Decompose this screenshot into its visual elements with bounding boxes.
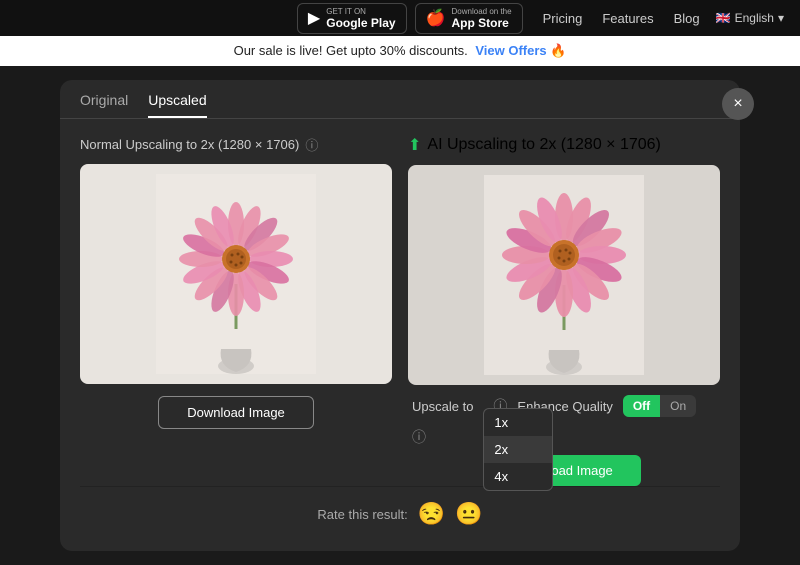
view-offers-link[interactable]: View Offers 🔥 [475,43,566,58]
lang-label: English [735,11,774,25]
rate-section: Rate this result: 😒 😐 [60,487,740,531]
google-play-text: GET IT ON Google Play [326,7,395,30]
enhance-info-button[interactable]: ⓘ [412,427,426,447]
google-play-button[interactable]: ▶ GET IT ON Google Play [297,3,407,34]
content-area: Normal Upscaling to 2x (1280 × 1706) ⓘ [60,119,740,486]
toggle-off-button[interactable]: On [660,395,696,417]
left-panel-title: Normal Upscaling to 2x (1280 × 1706) ⓘ [80,135,392,154]
blog-link[interactable]: Blog [674,11,700,26]
upscale-label: Upscale to [412,399,473,414]
main-card: Original Upscaled Normal Upscaling to 2x… [60,80,740,551]
left-image-container [80,164,392,384]
rate-bad-emoji[interactable]: 😒 [418,501,445,527]
app-store-button[interactable]: 🍎 Download on the App Store [415,3,523,34]
rate-neutral-emoji[interactable]: 😐 [455,501,482,527]
ai-upscale-icon: ⬆ [408,135,421,155]
left-download-button[interactable]: Download Image [158,396,314,429]
option-1x[interactable]: 1x [484,409,552,436]
right-image-container [408,165,720,385]
upscale-dropdown-popup: 1x 2x 4x [483,408,553,491]
chevron-down-icon: ▾ [778,11,784,25]
left-panel: Normal Upscaling to 2x (1280 × 1706) ⓘ [80,135,392,486]
sale-text: Our sale is live! Get upto 30% discounts… [234,43,468,58]
tab-original[interactable]: Original [80,92,128,118]
app-store-text: Download on the App Store [452,7,512,30]
close-button[interactable]: × [722,88,754,120]
flag-icon: 🇬🇧 [716,11,731,25]
google-play-icon: ▶ [308,8,320,28]
right-panel-title: AI Upscaling to 2x (1280 × 1706) [427,136,660,154]
navbar: ▶ GET IT ON Google Play 🍎 Download on th… [0,0,800,36]
option-4x[interactable]: 4x [484,463,552,490]
close-icon: × [733,95,742,113]
right-panel-title-row: ⬆ AI Upscaling to 2x (1280 × 1706) [408,135,720,155]
tabs-container: Original Upscaled [60,80,740,119]
left-info-icon[interactable]: ⓘ [305,135,318,154]
right-panel: ⬆ AI Upscaling to 2x (1280 × 1706) [408,135,720,486]
sale-banner: Our sale is live! Get upto 30% discounts… [0,36,800,66]
apple-icon: 🍎 [426,8,446,28]
ai-upscaled-image [408,165,720,385]
pricing-link[interactable]: Pricing [543,11,583,26]
rate-label: Rate this result: [317,507,407,522]
tab-upscaled[interactable]: Upscaled [148,92,206,118]
option-2x[interactable]: 2x [484,436,552,463]
normal-upscaled-image [80,164,392,384]
enhance-quality-toggle: Off On [623,395,696,417]
features-link[interactable]: Features [602,11,653,26]
language-button[interactable]: 🇬🇧 English ▾ [716,11,784,25]
toggle-on-button[interactable]: Off [623,395,660,417]
